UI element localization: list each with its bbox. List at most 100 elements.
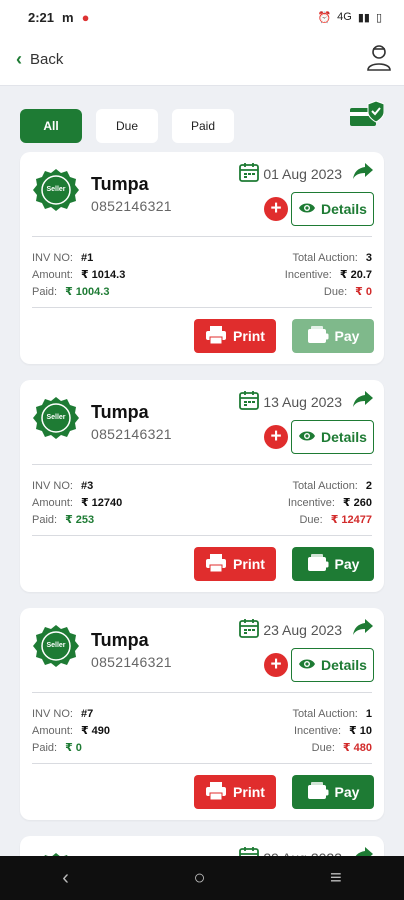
divider [32,535,372,536]
card-actions: Print Pay [194,547,374,581]
incentive-label: Incentive: [284,268,332,281]
back-button[interactable]: ‹ Back [16,49,63,70]
paid-label: Paid: [32,285,58,298]
add-button[interactable]: + [264,653,288,677]
notification-icon: ● [81,9,90,25]
total-auction-label: Total Auction: [292,707,358,720]
pay-label: Pay [334,784,360,800]
app-bar: ‹ Back [0,34,404,86]
filter-all[interactable]: All [20,109,82,143]
details-button[interactable]: Details [291,648,374,682]
divider [32,692,372,693]
divider [32,464,372,465]
amount-value: ₹ 1014.3 [80,269,126,281]
calendar-icon [239,162,260,185]
incentive-value: ₹ 260 [342,497,372,509]
inv-label: INV NO: [32,251,73,264]
print-button[interactable]: Print [194,319,276,353]
seller-badge-label: Seller [46,414,66,421]
seller-badge-icon: Seller [32,624,80,672]
seller-badge-icon: Seller [32,396,80,444]
card-actions: Print Pay [194,319,374,353]
back-label: Back [30,51,64,68]
print-button[interactable]: Print [194,547,276,581]
inv-value: #7 [80,707,94,720]
add-button[interactable]: + [264,197,288,221]
paid-value: ₹ 253 [65,514,95,526]
system-nav-bar: ‹ ○ ≡ [0,856,404,900]
invoice-card: Seller Tumpa 0852146321 01 Aug 2023 + Details… [20,152,384,364]
battery-icon: ▯ [375,11,382,24]
seller-phone: 0852146321 [91,426,172,442]
printer-icon [205,325,227,348]
inv-value: #1 [80,251,94,264]
status-time: 2:21 [28,9,55,25]
app-m-icon: m [62,9,74,25]
share-icon[interactable] [352,162,374,185]
share-icon[interactable] [352,390,374,413]
user-profile-icon[interactable] [366,43,392,76]
invoice-info: INV NO: #1 Total Auction: 3 Amount: ₹ 1014.3 I… [32,249,372,300]
print-label: Print [233,556,265,572]
invoice-info: INV NO: #3 Total Auction: 2 Amount: ₹ 12740 In… [32,477,372,528]
amount-value: ₹ 12740 [80,497,123,509]
filter-paid[interactable]: Paid [172,109,234,143]
date-row: 23 Aug 2023 [239,618,374,641]
due-label: Due: [299,513,323,526]
nav-menu-icon[interactable]: ≡ [330,867,342,890]
seller-name: Tumpa [91,174,149,194]
divider [32,307,372,308]
print-label: Print [233,328,265,344]
incentive-label: Incentive: [293,724,342,737]
date-row: 01 Aug 2023 [239,162,374,185]
due-label: Due: [323,285,348,298]
status-bar: 2:21 m ● ⏰ 4G ▮▮ ▯ [0,0,404,34]
paid-label: Paid: [32,513,58,526]
paid-value: ₹ 1004.3 [65,286,110,298]
total-auction-value: 2 [365,479,372,492]
seller-phone: 0852146321 [91,198,172,214]
due-value: ₹ 480 [342,742,372,754]
invoice-card: Seller Tumpa 0852146321 13 Aug 2023 + Details… [20,380,384,592]
paid-value: ₹ 0 [65,742,82,754]
eye-icon [298,201,316,217]
alarm-icon: ⏰ [317,11,332,24]
invoice-info: INV NO: #7 Total Auction: 1 Amount: ₹ 490 Ince… [32,705,372,756]
amount-label: Amount: [32,724,73,737]
details-label: Details [321,201,367,217]
invoice-card: Seller Tumpa 0852146321 23 Aug 2023 + Details… [20,608,384,820]
nav-back-icon[interactable]: ‹ [62,867,69,890]
network-type: 4G [337,11,352,23]
details-button[interactable]: Details [291,420,374,454]
pay-button[interactable]: Pay [292,547,374,581]
invoice-date: 13 Aug 2023 [263,393,342,410]
status-left: 2:21 m ● [28,10,89,25]
share-icon[interactable] [352,618,374,641]
due-value: ₹ 12477 [330,514,372,526]
wallet-icon [307,781,329,804]
incentive-label: Incentive: [287,496,335,509]
date-row: 13 Aug 2023 [239,390,374,413]
total-auction-value: 3 [365,251,372,264]
due-value: ₹ 0 [355,286,372,298]
amount-label: Amount: [32,268,73,281]
filter-due[interactable]: Due [96,109,158,143]
seller-name: Tumpa [91,402,149,422]
divider [32,763,372,764]
filter-bar: All Due Paid [0,86,404,152]
pay-label: Pay [334,328,360,344]
add-button[interactable]: + [264,425,288,449]
details-button[interactable]: Details [291,192,374,226]
print-button[interactable]: Print [194,775,276,809]
eye-icon [298,429,316,445]
inv-value: #3 [80,479,94,492]
seller-name: Tumpa [91,630,149,650]
inv-label: INV NO: [32,479,73,492]
pay-button[interactable]: Pay [292,319,374,353]
incentive-value: ₹ 10 [349,725,372,737]
nav-home-icon[interactable]: ○ [193,867,205,890]
amount-label: Amount: [32,496,73,509]
calendar-icon [239,390,260,413]
pay-button[interactable]: Pay [292,775,374,809]
payment-verified-icon[interactable] [348,100,385,135]
